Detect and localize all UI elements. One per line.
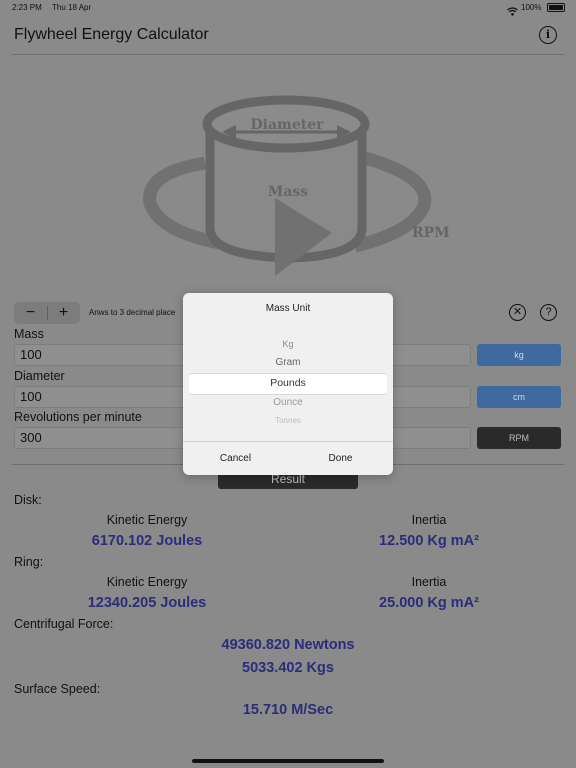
centrifugal-newtons-value: 49360.820 Newtons bbox=[221, 637, 355, 653]
picker-option-selected[interactable]: Pounds bbox=[189, 377, 387, 389]
home-indicator[interactable] bbox=[192, 759, 384, 763]
ring-inertia-value: 25.000 Kg mA² bbox=[379, 595, 479, 611]
diameter-field-label: Diameter bbox=[14, 369, 65, 383]
surface-speed-value: 15.710 M/Sec bbox=[242, 702, 334, 718]
decrement-button[interactable]: − bbox=[14, 302, 47, 324]
battery-icon bbox=[547, 3, 565, 12]
ring-ke-label: Kinetic Energy bbox=[106, 575, 188, 589]
done-button[interactable]: Done bbox=[288, 453, 393, 464]
diameter-label: Diameter bbox=[250, 117, 324, 133]
decimal-places-label: Anws to 3 decimal place bbox=[89, 308, 176, 317]
diameter-unit-button[interactable]: cm bbox=[477, 386, 561, 408]
disk-ke-value: 6170.102 Joules bbox=[91, 533, 203, 549]
rpm-field-label: Revolutions per minute bbox=[14, 410, 142, 424]
disk-section-label: Disk: bbox=[14, 493, 42, 507]
status-time: 2:23 PM bbox=[12, 3, 42, 12]
dialog-separator bbox=[183, 441, 393, 442]
decimal-stepper[interactable]: − + bbox=[14, 302, 80, 324]
unit-picker[interactable]: Kg Gram Pounds Ounce Tonnes bbox=[189, 337, 387, 429]
disk-inertia-value: 12.500 Kg mA² bbox=[379, 533, 479, 549]
mass-unit-button[interactable]: kg bbox=[477, 344, 561, 366]
status-date: Thu 18 Apr bbox=[52, 3, 92, 12]
disk-inertia-label: Inertia bbox=[411, 513, 447, 527]
surface-speed-section-label: Surface Speed: bbox=[14, 682, 101, 696]
battery-percent: 100% bbox=[521, 3, 542, 12]
centrifugal-section-label: Centrifugal Force: bbox=[14, 617, 114, 631]
help-icon[interactable]: ? bbox=[540, 304, 557, 321]
ring-ke-value: 12340.205 Joules bbox=[87, 595, 207, 611]
wifi-icon bbox=[507, 3, 518, 21]
page-title: Flywheel Energy Calculator bbox=[14, 26, 209, 43]
header-divider bbox=[12, 54, 564, 55]
rpm-label: RPM bbox=[412, 225, 450, 241]
picker-option[interactable]: Tonnes bbox=[189, 416, 387, 425]
picker-option[interactable]: Gram bbox=[189, 357, 387, 368]
ring-section-label: Ring: bbox=[14, 555, 44, 569]
mass-field-label: Mass bbox=[14, 327, 44, 341]
disk-ke-label: Kinetic Energy bbox=[106, 513, 188, 527]
picker-option[interactable]: Ounce bbox=[189, 397, 387, 408]
increment-button[interactable]: + bbox=[47, 302, 80, 324]
info-icon[interactable]: i bbox=[539, 26, 557, 44]
dialog-title: Mass Unit bbox=[265, 303, 311, 314]
picker-option[interactable]: Kg bbox=[189, 339, 387, 349]
mass-label: Mass bbox=[268, 184, 308, 200]
mass-unit-dialog: Mass Unit Kg Gram Pounds Ounce Tonnes Ca… bbox=[183, 293, 393, 475]
cancel-button[interactable]: Cancel bbox=[183, 453, 288, 464]
flywheel-diagram: Diameter Mass RPM bbox=[140, 88, 470, 288]
clear-icon[interactable]: ✕ bbox=[509, 304, 526, 321]
rpm-unit-button[interactable]: RPM bbox=[477, 427, 561, 449]
centrifugal-kgs-value: 5033.402 Kgs bbox=[242, 660, 334, 676]
ring-inertia-label: Inertia bbox=[411, 575, 447, 589]
